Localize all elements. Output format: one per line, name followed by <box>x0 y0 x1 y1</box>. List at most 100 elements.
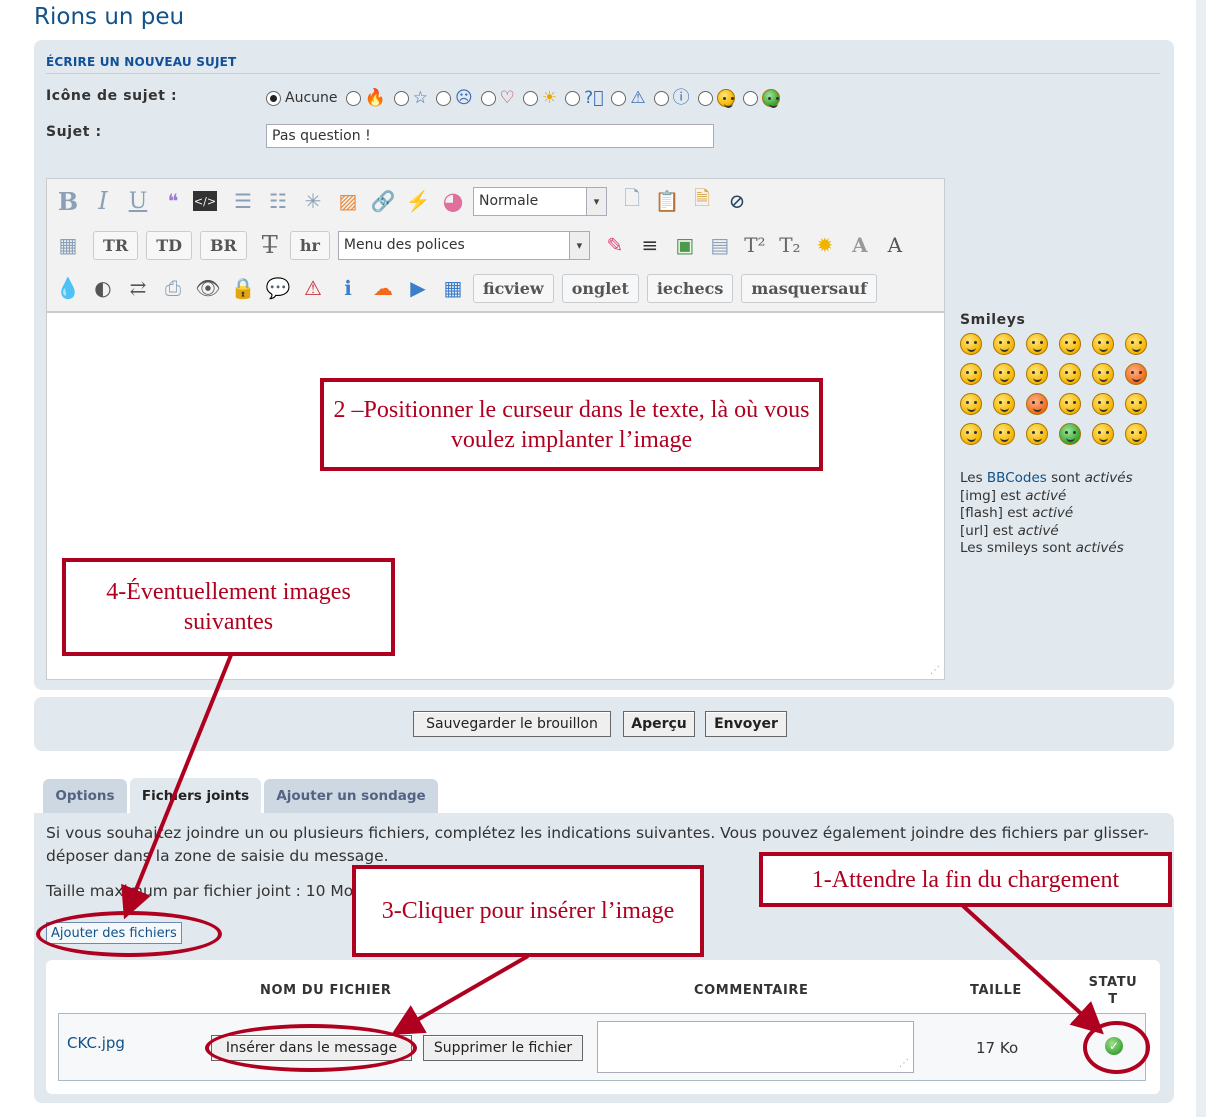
td-button[interactable]: TD <box>146 230 192 260</box>
list-icon[interactable]: ☰ <box>228 186 258 216</box>
smiley-icon[interactable] <box>1026 393 1048 415</box>
asterisk-icon[interactable]: ✳ <box>298 186 328 216</box>
underline-button[interactable]: U <box>123 186 153 216</box>
smiley-icon[interactable] <box>1059 393 1081 415</box>
superscript-icon[interactable]: T² <box>740 230 770 260</box>
info-icon[interactable]: ℹ <box>333 273 363 303</box>
tr-button[interactable]: TR <box>93 230 139 260</box>
smiley-icon[interactable] <box>1125 393 1147 415</box>
subscript-icon[interactable]: T₂ <box>775 230 805 260</box>
grid-icon[interactable]: ▦ <box>438 273 468 303</box>
tab-attachments[interactable]: Fichiers joints <box>130 778 261 814</box>
smiley-icon[interactable] <box>960 363 982 385</box>
br-button[interactable]: BR <box>199 230 247 260</box>
topic-icon-radio[interactable] <box>653 90 669 106</box>
delete-file-button[interactable]: Supprimer le fichier <box>423 1035 583 1061</box>
topic-icon-radio[interactable] <box>345 90 361 106</box>
contrast-icon[interactable]: ◐ <box>88 273 118 303</box>
topic-icon-radio[interactable] <box>435 90 451 106</box>
scrollbar[interactable] <box>1196 0 1206 1117</box>
printer-icon[interactable]: ⎙ <box>158 273 188 303</box>
resize-grip-icon[interactable]: ⋰ <box>899 1058 909 1069</box>
max-size-text: Taille maximum par fichier joint : 10 Mo… <box>46 882 358 900</box>
smiley-icon[interactable] <box>960 333 982 355</box>
video-icon[interactable]: ▶ <box>403 273 433 303</box>
tab-poll[interactable]: Ajouter un sondage <box>264 779 438 813</box>
iechecs-button[interactable]: iechecs <box>646 273 734 303</box>
soundcloud-icon[interactable]: ☁ <box>368 273 398 303</box>
image-icon[interactable]: ▨ <box>333 186 363 216</box>
topic-icon-radio[interactable] <box>480 90 496 106</box>
table-icon[interactable]: ▦ <box>53 230 83 260</box>
resize-grip-icon[interactable]: ⋰ <box>930 665 940 676</box>
color-icon[interactable]: ◕ <box>438 186 468 216</box>
smiley-icon[interactable] <box>960 393 982 415</box>
subject-input[interactable] <box>266 124 714 148</box>
smiley-icon[interactable] <box>960 423 982 445</box>
preview-button[interactable]: Aperçu <box>623 711 695 737</box>
topic-icon-radio[interactable] <box>522 90 538 106</box>
font-size-select[interactable]: Normale ▾ <box>473 186 607 216</box>
topic-icon-radio[interactable] <box>611 90 627 106</box>
topic-icon-radio[interactable] <box>697 90 713 106</box>
smiley-icon[interactable] <box>1059 423 1081 445</box>
flash-icon[interactable]: ⚡ <box>403 186 433 216</box>
align-center-icon[interactable]: ≡ <box>635 230 665 260</box>
file-comment-input[interactable]: ⋰ <box>597 1021 914 1073</box>
smiley-icon[interactable] <box>1092 333 1114 355</box>
smiley-icon[interactable] <box>1125 333 1147 355</box>
outline-icon[interactable]: A <box>880 230 910 260</box>
smiley-icon[interactable] <box>1059 333 1081 355</box>
glow-icon[interactable]: ✹ <box>810 230 840 260</box>
smiley-icon[interactable] <box>1026 363 1048 385</box>
quote-icon[interactable]: ❝ <box>158 186 188 216</box>
numbered-list-icon[interactable]: ☷ <box>263 186 293 216</box>
italic-button[interactable]: I <box>88 186 118 216</box>
shadow-icon[interactable]: A <box>845 230 875 260</box>
font-menu-select[interactable]: Menu des polices ▾ <box>337 230 590 260</box>
highlight-icon[interactable]: ✎ <box>600 230 630 260</box>
tab-options[interactable]: Options <box>43 779 127 813</box>
smiley-icon[interactable] <box>1059 363 1081 385</box>
eye-icon[interactable]: 👁 <box>193 273 223 303</box>
topic-icon-radio[interactable] <box>742 90 758 106</box>
speech-bubble-icon[interactable]: 💬 <box>263 273 293 303</box>
swap-icon[interactable]: ⇄ <box>123 273 153 303</box>
masquersauf-button[interactable]: masquersauf <box>741 273 878 303</box>
smiley-icon[interactable] <box>1092 423 1114 445</box>
lock-icon[interactable]: 🔒 <box>228 273 258 303</box>
onglet-button[interactable]: onglet <box>561 273 639 303</box>
topic-icon-radio[interactable] <box>565 90 581 106</box>
spellcheck-icon[interactable]: 🗎 <box>687 186 717 216</box>
hide-icon[interactable]: ⊘ <box>722 186 752 216</box>
drop-icon[interactable]: 💧 <box>53 273 83 303</box>
smiley-icon[interactable] <box>993 363 1015 385</box>
bold-button[interactable]: B <box>53 186 83 216</box>
smiley-icon[interactable] <box>1125 423 1147 445</box>
smiley-icon[interactable] <box>1092 363 1114 385</box>
page-icon[interactable]: 🗋 <box>617 186 647 216</box>
clipboard-icon[interactable]: 📋 <box>652 186 682 216</box>
ficview-button[interactable]: ficview <box>473 273 554 303</box>
topic-icon-radio[interactable] <box>393 90 409 106</box>
smiley-icon[interactable] <box>1026 333 1048 355</box>
window-icon[interactable]: ▣ <box>670 230 700 260</box>
highlight-ring-insert <box>205 1024 417 1072</box>
file-name[interactable]: CKC.jpg <box>67 1034 125 1052</box>
save-draft-button[interactable]: Sauvegarder le brouillon <box>413 711 611 737</box>
link-icon[interactable]: 🔗 <box>368 186 398 216</box>
frame-icon[interactable]: ▤ <box>705 230 735 260</box>
smiley-icon[interactable] <box>993 423 1015 445</box>
hr-button[interactable]: hr <box>289 230 330 260</box>
bbcodes-link[interactable]: BBCodes <box>987 470 1047 486</box>
smiley-icon[interactable] <box>1125 363 1147 385</box>
send-button[interactable]: Envoyer <box>705 711 787 737</box>
code-icon[interactable]: </> <box>193 191 217 211</box>
topic-icon-radio-none[interactable] <box>266 90 281 106</box>
strikethrough-icon[interactable]: T̶ <box>255 230 285 260</box>
smiley-icon[interactable] <box>993 393 1015 415</box>
smiley-icon[interactable] <box>1092 393 1114 415</box>
smiley-icon[interactable] <box>993 333 1015 355</box>
alert-icon[interactable]: ⚠ <box>298 273 328 303</box>
smiley-icon[interactable] <box>1026 423 1048 445</box>
